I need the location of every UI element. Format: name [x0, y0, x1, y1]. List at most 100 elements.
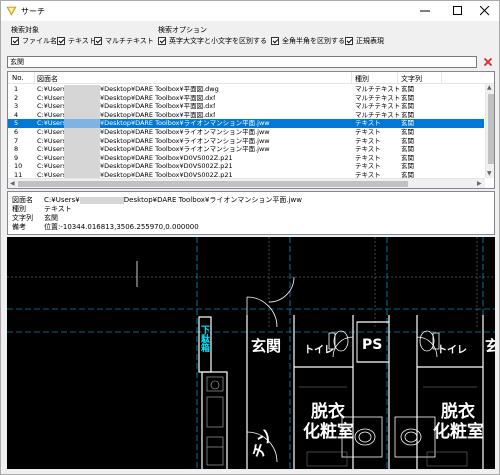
results-list[interactable]: No. 図面名 種別 文字列 1 C:¥Users¥ ¥Desktop¥DARE T…	[7, 71, 495, 189]
row-text: 玄関	[401, 136, 414, 145]
row-path-suffix: ¥Desktop¥DARE Toolbox¥ライオンマンション平面.jww	[100, 136, 270, 145]
checkbox-label: 全角半角を区別する	[282, 37, 345, 45]
row-text: 玄関	[401, 93, 414, 102]
label-entrance-partial: 玄	[485, 337, 495, 355]
scroll-left-icon[interactable]: ◀	[10, 180, 15, 187]
checkbox-label: テキスト	[68, 37, 96, 45]
detail-label: 備考	[12, 223, 26, 231]
row-number: 2	[14, 93, 19, 102]
column-header-drawing[interactable]: 図面名	[37, 74, 58, 84]
table-row[interactable]: 3 C:¥Users¥ ¥Desktop¥DARE Toolbox¥平面図.dxf マ…	[8, 102, 484, 111]
scroll-thumb[interactable]	[488, 94, 494, 164]
close-icon	[484, 58, 492, 66]
label-dressing-room-2: 化粧室	[433, 422, 484, 442]
checkbox-multitext[interactable]: マルチテキスト	[94, 36, 154, 46]
search-target-label: 検索対象	[11, 26, 39, 34]
results-horizontal-scrollbar[interactable]: ◀ ▶	[8, 178, 485, 188]
row-path-suffix: ¥Desktop¥DARE Toolbox¥平面図.dxf	[100, 110, 216, 119]
results-header: No. 図面名 種別 文字列	[8, 72, 494, 84]
row-type: テキスト	[355, 145, 381, 154]
redacted-username	[64, 85, 100, 94]
row-text: 玄関	[401, 102, 414, 111]
row-type: テキスト	[355, 162, 381, 171]
table-row[interactable]: 7 C:¥Users¥ ¥Desktop¥DARE Toolbox¥ライオンマンショ…	[8, 136, 484, 146]
scroll-thumb[interactable]	[18, 181, 408, 187]
scroll-right-icon[interactable]: ▶	[477, 180, 482, 187]
row-type: テキスト	[355, 128, 381, 136]
checkbox-width-sensitive[interactable]: 全角半角を区別する	[271, 36, 345, 46]
checkbox-case-sensitive[interactable]: 英字大文字と小文字を区別する	[158, 36, 267, 46]
checkbox-check-icon	[57, 37, 65, 45]
table-row[interactable]: 6 C:¥Users¥ ¥Desktop¥DARE Toolbox¥ライオンマンショ…	[8, 128, 484, 137]
maximize-icon	[453, 6, 462, 15]
row-number: 6	[14, 128, 19, 136]
label-ps: PS	[362, 337, 383, 353]
checkbox-label: 英字大文字と小文字を区別する	[169, 37, 267, 45]
minimize-button[interactable]	[411, 1, 439, 21]
checkbox-check-icon	[11, 37, 19, 45]
close-button[interactable]	[471, 1, 499, 21]
row-type: マルチテキスト	[355, 110, 401, 119]
clear-search-button[interactable]	[482, 56, 494, 68]
row-number: 10	[14, 162, 23, 171]
search-options-label: 検索オプション	[158, 26, 207, 34]
cad-preview[interactable]: 下駄箱 玄関 トイレ PS トイレ 脱衣 化粧室 脱衣 化粧室 チン 玄	[7, 237, 495, 469]
search-window: サーチ 検索対象 ファイル名 テキスト マルチテキスト 検索オプション 英字大文…	[0, 0, 500, 475]
app-icon	[6, 6, 17, 16]
row-number: 9	[14, 153, 19, 162]
redacted-username	[64, 119, 100, 128]
row-path-suffix: ¥Desktop¥DARE Toolbox¥ライオンマンション平面.jww	[100, 119, 270, 128]
column-header-text[interactable]: 文字列	[401, 74, 422, 84]
table-row[interactable]: 4 C:¥Users¥ ¥Desktop¥DARE Toolbox¥平面図.dxf マ…	[8, 110, 484, 120]
redacted-username	[64, 110, 100, 120]
detail-drawing-prefix: C:¥Users¥	[44, 196, 80, 204]
maximize-button[interactable]	[444, 1, 472, 21]
redacted-username	[64, 136, 100, 146]
checkbox-label: マルチテキスト	[105, 37, 154, 45]
checkbox-check-icon	[158, 37, 166, 45]
row-text: 玄関	[401, 110, 414, 119]
row-path-suffix: ¥Desktop¥DARE Toolbox¥D0VS002Z.p21	[100, 162, 233, 171]
row-text: 玄関	[401, 119, 414, 128]
row-text: 玄関	[401, 128, 414, 136]
label-toilet: トイレ	[304, 345, 334, 356]
checkbox-check-icon	[94, 37, 102, 45]
redacted-username	[64, 153, 100, 163]
table-row[interactable]: 5 C:¥Users¥ ¥Desktop¥DARE Toolbox¥ライオンマンショ…	[8, 119, 484, 128]
redacted-username	[64, 102, 100, 111]
checkbox-text[interactable]: テキスト	[57, 36, 96, 46]
row-path-suffix: ¥Desktop¥DARE Toolbox¥平面図.dxf	[100, 93, 216, 102]
table-row[interactable]: 9 C:¥Users¥ ¥Desktop¥DARE Toolbox¥D0VS002Z…	[8, 153, 484, 163]
column-header-no[interactable]: No.	[12, 74, 24, 82]
table-row[interactable]: 8 C:¥Users¥ ¥Desktop¥DARE Toolbox¥ライオンマンショ…	[8, 145, 484, 154]
row-text: 玄関	[401, 153, 414, 162]
row-path-suffix: ¥Desktop¥DARE Toolbox¥D0VS002Z.p21	[100, 153, 233, 162]
row-number: 7	[14, 136, 19, 145]
row-number: 3	[14, 102, 19, 111]
checkbox-filename[interactable]: ファイル名	[11, 36, 57, 46]
table-row[interactable]: 1 C:¥Users¥ ¥Desktop¥DARE Toolbox¥平面図.dwg マ…	[8, 85, 484, 94]
scroll-down-icon[interactable]: ▼	[487, 170, 492, 177]
row-type: マルチテキスト	[355, 102, 401, 111]
table-row[interactable]: 2 C:¥Users¥ ¥Desktop¥DARE Toolbox¥平面図.dxf マ…	[8, 93, 484, 103]
scroll-up-icon[interactable]: ▲	[487, 84, 492, 91]
checkbox-check-icon	[345, 37, 353, 45]
detail-value: 位置:-10344.016813,3506.255970,0.000000	[44, 223, 199, 231]
detail-drawing-suffix: Desktop¥DARE Toolbox¥ライオンマンション平面.jww	[123, 196, 302, 204]
table-row[interactable]: 10 C:¥Users¥ ¥Desktop¥DARE Toolbox¥D0VS002…	[8, 162, 484, 171]
row-type: テキスト	[355, 153, 381, 162]
redacted-username	[79, 196, 124, 204]
row-text: 玄関	[401, 85, 414, 93]
checkbox-label: ファイル名	[22, 37, 57, 45]
row-number: 1	[14, 85, 19, 93]
redacted-username	[64, 162, 100, 171]
row-number: 5	[14, 119, 19, 128]
label-toilet-2: トイレ	[437, 345, 467, 356]
row-type: マルチテキスト	[355, 93, 401, 102]
checkbox-regex[interactable]: 正規表現	[345, 36, 384, 46]
row-type: マルチテキスト	[355, 85, 401, 93]
search-input[interactable]	[7, 56, 477, 68]
results-vertical-scrollbar[interactable]: ▲ ▼	[485, 84, 494, 178]
row-text: 玄関	[401, 162, 414, 171]
column-header-type[interactable]: 種別	[355, 74, 369, 84]
